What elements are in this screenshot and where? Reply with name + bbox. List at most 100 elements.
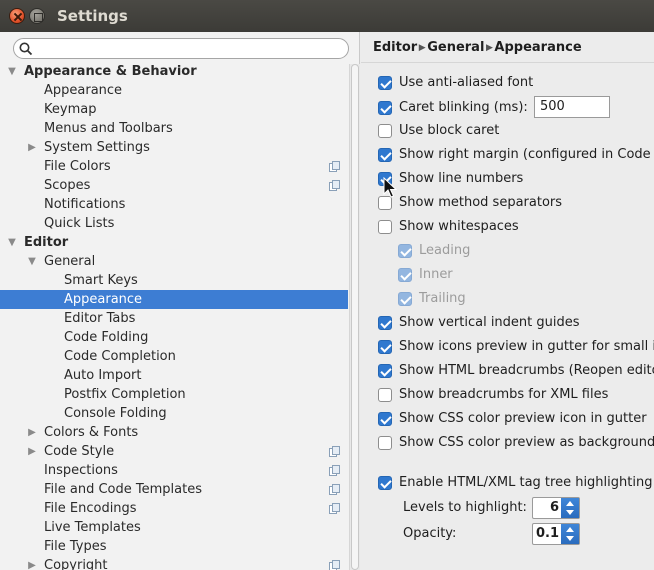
- settings-tree: ▼ Appearance & Behavior Appearance Keymap Me…: [0, 62, 348, 570]
- tree-item-label: File Encodings: [44, 501, 137, 516]
- tree-item-label: Menus and Toolbars: [44, 121, 173, 136]
- tree-item[interactable]: Smart Keys: [0, 271, 348, 290]
- project-level-icon: [329, 446, 340, 457]
- collapse-arrow-icon[interactable]: ▼: [6, 233, 18, 252]
- tree-item[interactable]: Postfix Completion: [0, 385, 348, 404]
- project-level-icon: [329, 465, 340, 476]
- tree-item-label: Auto Import: [64, 368, 142, 383]
- tree-item[interactable]: ▶ Colors & Fonts: [0, 423, 348, 442]
- breadcrumb-separator-icon: ▶: [485, 43, 493, 53]
- tree-item-label: System Settings: [44, 140, 150, 155]
- tree-item[interactable]: Quick Lists: [0, 214, 348, 233]
- opacity-spinner[interactable]: 0.1: [532, 523, 580, 545]
- option-checkbox[interactable]: [378, 124, 392, 138]
- window-title: Settings: [57, 7, 128, 25]
- project-level-icon: [329, 503, 340, 514]
- spinner-arrows-icon[interactable]: [561, 524, 579, 544]
- project-level-icon: [329, 484, 340, 495]
- option-label: Caret blinking (ms):: [399, 100, 528, 115]
- expand-arrow-icon[interactable]: ▶: [26, 556, 38, 570]
- tree-scrollbar[interactable]: [349, 64, 360, 570]
- project-level-icon: [329, 180, 340, 191]
- levels-to-highlight-value: 6: [549, 500, 559, 515]
- tree-item[interactable]: File Encodings: [0, 499, 348, 518]
- option-label: Show whitespaces: [399, 219, 519, 234]
- option-label: Use block caret: [399, 123, 500, 138]
- tree-item[interactable]: Keymap: [0, 100, 348, 119]
- expand-arrow-icon[interactable]: ▶: [26, 138, 38, 157]
- search-input[interactable]: [13, 38, 349, 59]
- settings-content-pane: Editor ▶ General ▶ Appearance Use anti-alias…: [361, 32, 654, 570]
- option-checkbox[interactable]: [378, 340, 392, 354]
- tree-item[interactable]: ▼ General: [0, 252, 348, 271]
- tree-item[interactable]: Live Templates: [0, 518, 348, 537]
- mouse-cursor-icon: [383, 177, 397, 198]
- tree-item[interactable]: Inspections: [0, 461, 348, 480]
- tree-item[interactable]: File Types: [0, 537, 348, 556]
- tree-item[interactable]: Scopes: [0, 176, 348, 195]
- caret-blinking-input[interactable]: 500: [534, 96, 610, 118]
- tree-item[interactable]: Appearance: [0, 81, 348, 100]
- levels-to-highlight-spinner[interactable]: 6: [532, 497, 580, 519]
- tree-item[interactable]: ▶ System Settings: [0, 138, 348, 157]
- tree-item-label: Console Folding: [64, 406, 167, 421]
- tag-tree-highlighting-label: Enable HTML/XML tag tree highlighting: [399, 475, 653, 490]
- collapse-arrow-icon[interactable]: ▼: [6, 62, 18, 81]
- option-checkbox[interactable]: [378, 220, 392, 234]
- option-label: Show right margin (configured in Code St…: [399, 147, 654, 162]
- tree-item-label: Quick Lists: [44, 216, 115, 231]
- option-checkbox[interactable]: [378, 412, 392, 426]
- tree-item[interactable]: ▶ Copyright: [0, 556, 348, 570]
- expand-arrow-icon[interactable]: ▶: [26, 442, 38, 461]
- breadcrumb-item: Editor: [373, 40, 418, 55]
- tree-item[interactable]: ▼ Editor: [0, 233, 348, 252]
- option-label: Inner: [419, 267, 453, 282]
- collapse-arrow-icon[interactable]: ▼: [26, 252, 38, 271]
- expand-arrow-icon[interactable]: ▶: [26, 423, 38, 442]
- tree-item[interactable]: Auto Import: [0, 366, 348, 385]
- option-checkbox[interactable]: [378, 364, 392, 378]
- tree-item[interactable]: ▼ Appearance & Behavior: [0, 62, 348, 81]
- tree-item[interactable]: Appearance: [0, 290, 348, 309]
- tree-item-label: Code Completion: [64, 349, 176, 364]
- maximize-window-button[interactable]: [29, 8, 45, 24]
- option-checkbox: [398, 268, 412, 282]
- close-window-button[interactable]: [9, 8, 25, 24]
- tree-item[interactable]: Notifications: [0, 195, 348, 214]
- option-checkbox[interactable]: [378, 76, 392, 90]
- tree-item[interactable]: Menus and Toolbars: [0, 119, 348, 138]
- breadcrumb-item: General: [427, 40, 485, 55]
- tree-item-label: Appearance: [64, 292, 143, 307]
- tree-item[interactable]: Code Completion: [0, 347, 348, 366]
- tree-item-label: Colors & Fonts: [44, 425, 139, 440]
- tree-item[interactable]: File and Code Templates: [0, 480, 348, 499]
- tree-item-label: Live Templates: [44, 520, 141, 535]
- tree-item[interactable]: ▶ Code Style: [0, 442, 348, 461]
- breadcrumb-separator-icon: ▶: [418, 43, 426, 53]
- tag-tree-highlighting-checkbox[interactable]: [378, 476, 392, 490]
- opacity-label: Opacity:: [403, 526, 457, 541]
- divider: [361, 62, 654, 63]
- option-checkbox[interactable]: [378, 148, 392, 162]
- tree-item-label: Editor: [24, 235, 69, 250]
- tree-item[interactable]: File Colors: [0, 157, 348, 176]
- tree-item[interactable]: Code Folding: [0, 328, 348, 347]
- tree-item[interactable]: Console Folding: [0, 404, 348, 423]
- tree-scrollbar-thumb[interactable]: [351, 64, 359, 570]
- option-label: Use anti-aliased font: [399, 75, 534, 90]
- option-label: Show HTML breadcrumbs (Reopen editors to…: [399, 363, 654, 378]
- option-label: Show icons preview in gutter for small i…: [399, 339, 654, 354]
- spinner-arrows-icon[interactable]: [561, 498, 579, 518]
- option-label: Show line numbers: [399, 171, 524, 186]
- settings-tree-pane: ▼ Appearance & Behavior Appearance Keymap Me…: [0, 32, 360, 570]
- tree-item-label: Editor Tabs: [64, 311, 136, 326]
- option-checkbox[interactable]: [378, 316, 392, 330]
- option-label: Show breadcrumbs for XML files: [399, 387, 609, 402]
- option-checkbox[interactable]: [378, 436, 392, 450]
- tree-item[interactable]: Editor Tabs: [0, 309, 348, 328]
- option-checkbox[interactable]: [378, 101, 392, 115]
- option-checkbox[interactable]: [378, 388, 392, 402]
- option-label: Trailing: [419, 291, 466, 306]
- project-level-icon: [329, 161, 340, 172]
- tree-item-label: File and Code Templates: [44, 482, 202, 497]
